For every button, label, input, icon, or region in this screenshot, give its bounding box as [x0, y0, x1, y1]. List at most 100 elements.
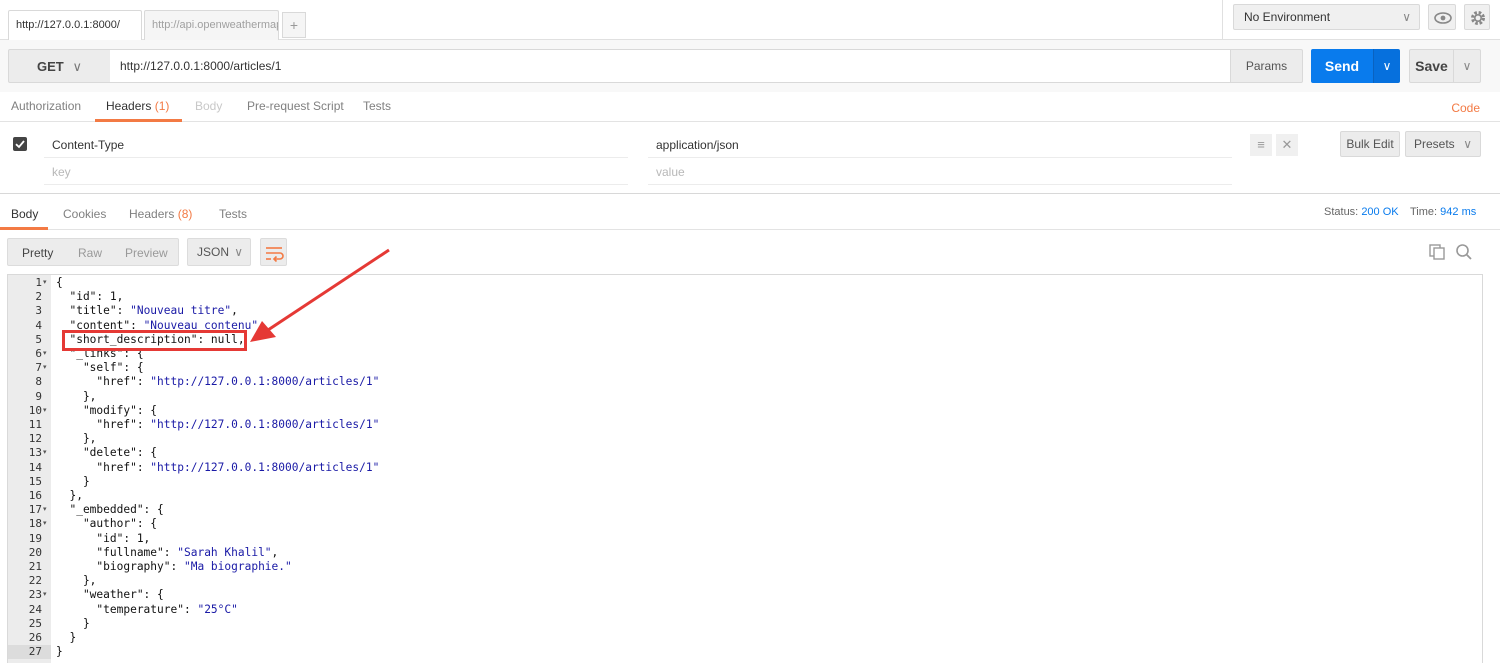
- save-button[interactable]: Save: [1409, 49, 1454, 83]
- line-number: 4: [35, 318, 42, 332]
- format-select[interactable]: JSON ∨: [187, 238, 251, 266]
- gear-icon: [1471, 11, 1485, 25]
- line-number: 23: [28, 588, 42, 602]
- divider: [648, 184, 1232, 185]
- checkmark-icon: [15, 140, 25, 149]
- chevron-down-icon: ∨: [1463, 137, 1472, 151]
- wrap-lines-icon: [266, 247, 284, 263]
- url-bar: GET ∨ http://127.0.0.1:8000/articles/1 P…: [0, 40, 1500, 92]
- line-number: 2: [35, 290, 42, 304]
- chevron-down-icon: ∨: [1462, 59, 1472, 73]
- code-line: "biography": "Ma biographie.": [56, 560, 292, 573]
- fold-toggle-icon[interactable]: ▾: [43, 278, 47, 286]
- fold-toggle-icon[interactable]: ▾: [43, 505, 47, 513]
- code-line: {: [56, 276, 63, 289]
- tab-headers-count: (1): [154, 99, 170, 113]
- chevron-down-icon: ∨: [1402, 10, 1411, 24]
- send-button[interactable]: Send: [1311, 49, 1373, 83]
- bulk-edit-button[interactable]: Bulk Edit: [1340, 131, 1400, 157]
- code-line: "delete": {: [56, 446, 158, 460]
- tab-response-headers[interactable]: Headers (8): [129, 207, 192, 221]
- manage-environments-button[interactable]: [1464, 4, 1490, 30]
- fold-toggle-icon[interactable]: ▾: [43, 519, 47, 527]
- request-tab-active[interactable]: http://127.0.0.1:8000/: [8, 10, 142, 40]
- line-number: 9: [35, 389, 42, 403]
- view-preview-button[interactable]: Preview: [125, 246, 168, 260]
- line-number-gutter: 1 ▾ 2 3 4 5 6 ▾ 7 ▾ 8 9 10 ▾ 11 12 13 ▾ 14 15 16 17 ▾ 18 ▾ 19 20 21…: [8, 275, 51, 663]
- environment-quick-look-button[interactable]: [1428, 4, 1456, 30]
- chevron-down-icon: ∨: [1382, 59, 1392, 73]
- tab-prerequest-script[interactable]: Pre-request Script: [247, 99, 344, 113]
- code-line: "href": "http://127.0.0.1:8000/articles/…: [56, 460, 380, 474]
- code-line: "self": {: [56, 361, 144, 375]
- view-raw-button[interactable]: Raw: [78, 246, 102, 260]
- tab-body[interactable]: Body: [195, 99, 222, 113]
- line-number: 21: [28, 560, 42, 573]
- line-number: 13: [28, 446, 42, 460]
- header-enabled-checkbox[interactable]: [13, 137, 27, 151]
- fold-toggle-icon[interactable]: ▾: [43, 406, 47, 414]
- params-button[interactable]: Params: [1230, 49, 1303, 83]
- code-line: },: [56, 489, 83, 502]
- response-view-bar: Pretty Raw Preview JSON ∨: [0, 230, 1500, 274]
- method-select[interactable]: GET ∨: [8, 49, 111, 83]
- presets-select[interactable]: Presets ∨: [1405, 131, 1481, 157]
- line-number: 17: [28, 503, 42, 517]
- line-number: 24: [28, 602, 42, 616]
- line-number: 27: [28, 645, 42, 659]
- tab-authorization[interactable]: Authorization: [11, 99, 81, 113]
- save-dropdown-button[interactable]: ∨: [1453, 49, 1481, 83]
- status-readout: Status: 200 OK: [1324, 206, 1399, 218]
- copy-icon[interactable]: [1428, 243, 1446, 261]
- request-tab-inactive[interactable]: http://api.openweathermap: [144, 10, 279, 40]
- tab-tests[interactable]: Tests: [363, 99, 391, 113]
- code-line: }: [56, 616, 90, 630]
- generate-code-link[interactable]: Code: [1451, 101, 1480, 115]
- drag-handle-icon[interactable]: ≡: [1250, 134, 1272, 156]
- tab-headers-label: Headers: [106, 99, 152, 113]
- presets-label: Presets: [1414, 137, 1455, 151]
- header-key-field[interactable]: Content-Type: [52, 138, 124, 152]
- new-header-key-input[interactable]: key: [52, 165, 71, 179]
- status-value: 200 OK: [1361, 206, 1399, 218]
- fold-toggle-icon[interactable]: ▾: [43, 448, 47, 456]
- add-tab-button[interactable]: +: [282, 12, 306, 38]
- header-value-field[interactable]: application/json: [656, 138, 739, 152]
- tab-response-body[interactable]: Body: [11, 207, 38, 221]
- environment-select[interactable]: No Environment ∨: [1233, 4, 1420, 30]
- time-label: Time:: [1410, 206, 1438, 218]
- code-line: "modify": {: [56, 403, 158, 417]
- new-header-value-input[interactable]: value: [656, 165, 685, 179]
- line-number: 1: [35, 276, 42, 289]
- line-number: 10: [28, 403, 42, 417]
- fold-toggle-icon[interactable]: ▾: [43, 349, 47, 357]
- line-number: 20: [28, 545, 42, 559]
- divider: [44, 184, 628, 185]
- fold-toggle-icon[interactable]: ▾: [43, 590, 47, 598]
- code-line: "_embedded": {: [56, 503, 164, 517]
- url-input[interactable]: http://127.0.0.1:8000/articles/1: [110, 49, 1231, 83]
- code-line: "weather": {: [56, 588, 164, 602]
- format-label: JSON: [197, 245, 230, 259]
- chevron-down-icon: ∨: [72, 59, 82, 74]
- code-line: "temperature": "25°C": [56, 602, 238, 616]
- environment-select-label: No Environment: [1244, 10, 1331, 24]
- tab-response-cookies[interactable]: Cookies: [63, 207, 106, 221]
- code-line: }: [56, 631, 77, 644]
- method-label: GET: [37, 59, 64, 74]
- view-pretty-button[interactable]: Pretty: [22, 246, 53, 260]
- code-line: "id": 1,: [56, 290, 124, 304]
- wrap-lines-button[interactable]: [260, 238, 287, 266]
- close-icon[interactable]: ✕: [1276, 134, 1298, 156]
- divider: [44, 157, 628, 158]
- tab-headers[interactable]: Headers (1): [106, 99, 169, 113]
- line-number: 18: [28, 517, 42, 531]
- send-dropdown-button[interactable]: ∨: [1373, 49, 1400, 83]
- request-options-tabs: Authorization Headers (1) Body Pre-reque…: [0, 92, 1500, 122]
- code-line: "href": "http://127.0.0.1:8000/articles/…: [56, 375, 380, 389]
- line-number: 14: [28, 460, 42, 474]
- code-line: "id": 1,: [56, 531, 151, 545]
- fold-toggle-icon[interactable]: ▾: [43, 363, 47, 371]
- tab-response-tests[interactable]: Tests: [219, 207, 247, 221]
- search-icon[interactable]: [1455, 243, 1473, 261]
